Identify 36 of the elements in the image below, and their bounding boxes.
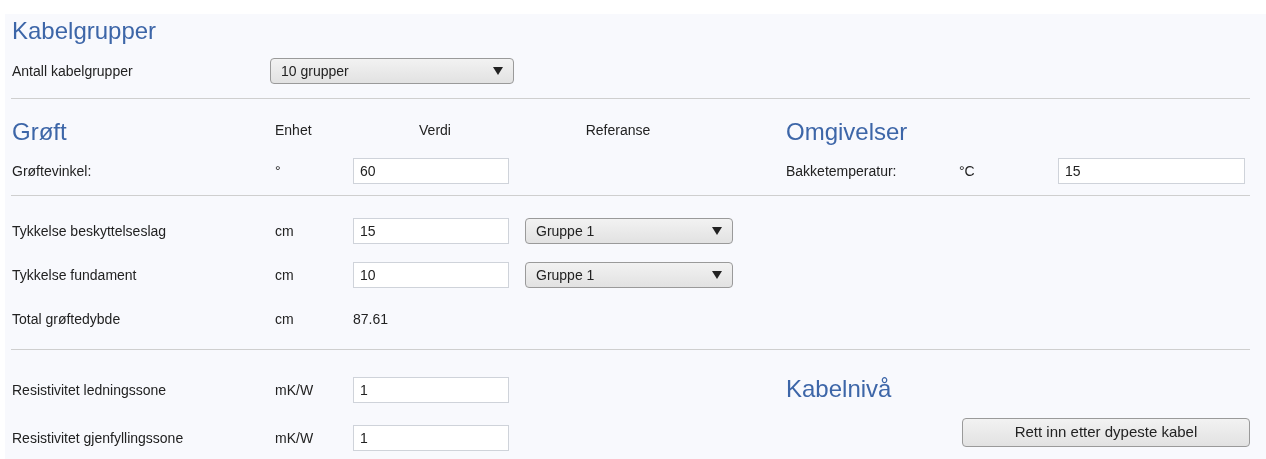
field-label: Resistivitet gjenfyllingssone [12,430,184,446]
unit-label: mK/W [275,382,314,398]
caret-icon [712,227,722,235]
computed-value: 87.61 [353,309,389,329]
column-header: Referanse [584,121,652,140]
unit-label: cm [275,223,294,239]
field-label: Bakketemperatur: [786,163,897,179]
field-label: Resistivitet ledningssone [12,382,167,398]
field-label: Tykkelse beskyttelseslag [12,223,167,239]
unit-label: cm [275,311,294,327]
column-header: Enhet [275,121,313,140]
unit-label: cm [275,267,294,283]
section-heading: Kabelgrupper [12,16,158,46]
dropdown[interactable]: Gruppe 1 [525,262,733,288]
field-label: Tykkelse fundament [12,267,137,283]
input-field[interactable]: 15 [353,218,509,244]
input-field[interactable]: 15 [1058,158,1245,184]
input-field[interactable]: 60 [353,158,509,184]
dropdown[interactable]: Gruppe 1 [525,218,733,244]
input-field[interactable]: 10 [353,262,509,288]
caret-icon [712,271,722,279]
unit-label: °C [959,163,975,179]
field-label: Total grøftedybde [12,311,121,327]
section-heading: Grøft [12,117,68,147]
field-label: Antall kabelgrupper [12,63,133,79]
column-header: Verdi [418,121,452,140]
caret-icon [493,67,503,75]
section-heading: Omgivelser [786,117,908,147]
dropdown[interactable]: 10 grupper [270,58,514,84]
input-field[interactable]: 1 [353,425,509,451]
section-heading: Kabelnivå [786,374,893,404]
unit-label: ° [275,163,281,179]
unit-label: mK/W [275,430,314,446]
field-label: Grøftevinkel: [12,163,92,179]
input-field[interactable]: 1 [353,377,509,403]
align-button[interactable]: Rett inn etter dypeste kabel [962,418,1250,447]
